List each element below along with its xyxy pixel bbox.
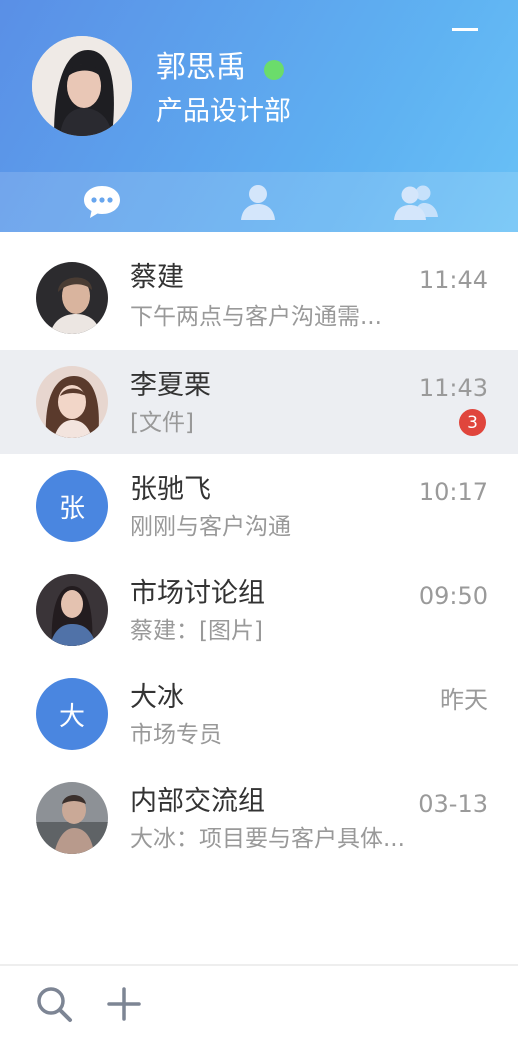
footer-toolbar (0, 964, 518, 1044)
profile-department: 产品设计部 (156, 96, 291, 127)
conversation-item[interactable]: 市场讨论组 蔡建：[图片] 09:50 (0, 558, 518, 662)
conversation-time: 10:17 (418, 478, 488, 506)
profile-name: 郭思禹 (156, 50, 246, 85)
contact-person-icon (241, 185, 275, 220)
profile-avatar[interactable] (32, 36, 132, 136)
add-icon (107, 987, 141, 1021)
conversation-name: 李夏栗 (130, 370, 211, 401)
conversation-preview: 市场专员 (130, 722, 222, 748)
conversation-preview: [文件] (130, 410, 194, 436)
group-avatar (36, 782, 108, 854)
conversation-name: 张驰飞 (130, 474, 211, 505)
profile-header: 郭思禹 产品设计部 (0, 0, 518, 232)
search-button[interactable] (34, 984, 74, 1024)
contact-avatar (36, 262, 108, 334)
tab-bar (0, 172, 518, 232)
conversation-time: 09:50 (418, 582, 488, 610)
avatar-initial: 张 (58, 493, 85, 524)
tab-contacts[interactable] (198, 172, 318, 232)
conversation-preview: 蔡建：[图片] (130, 618, 263, 644)
tab-chats[interactable] (42, 172, 162, 232)
minimize-button[interactable] (452, 28, 478, 31)
conversation-name: 蔡建 (130, 262, 184, 293)
avatar-initial: 大 (58, 701, 85, 732)
group-icon (394, 185, 438, 220)
conversation-item[interactable]: 大 大冰 市场专员 昨天 (0, 662, 518, 766)
conversation-time: 11:43 (418, 374, 488, 402)
group-avatar (36, 574, 108, 646)
contact-avatar (36, 366, 108, 438)
conversation-time: 03-13 (418, 790, 488, 818)
conversation-name: 内部交流组 (130, 786, 265, 817)
conversation-name: 市场讨论组 (130, 578, 265, 609)
search-icon (37, 987, 72, 1022)
add-button[interactable] (104, 984, 144, 1024)
chat-bubble-icon (84, 186, 120, 218)
conversation-item[interactable]: 张 张驰飞 刚刚与客户沟通 10:17 (0, 454, 518, 558)
conversation-preview: 下午两点与客户沟通需... (130, 304, 382, 330)
online-status-dot (264, 60, 284, 80)
conversation-preview: 大冰：项目要与客户具体... (130, 826, 405, 852)
unread-badge: 3 (459, 409, 486, 436)
contact-avatar: 张 (36, 470, 108, 542)
conversation-preview: 刚刚与客户沟通 (130, 514, 291, 540)
tab-groups[interactable] (356, 172, 476, 232)
conversation-item[interactable]: 李夏栗 [文件] 11:43 3 (0, 350, 518, 454)
conversation-item[interactable]: 蔡建 下午两点与客户沟通需... 11:44 (0, 232, 518, 336)
conversation-time: 昨天 (440, 686, 488, 714)
conversation-item[interactable]: 内部交流组 大冰：项目要与客户具体... 03-13 (0, 766, 518, 870)
conversation-time: 11:44 (418, 266, 488, 294)
conversation-name: 大冰 (130, 682, 184, 713)
contact-avatar: 大 (36, 678, 108, 750)
